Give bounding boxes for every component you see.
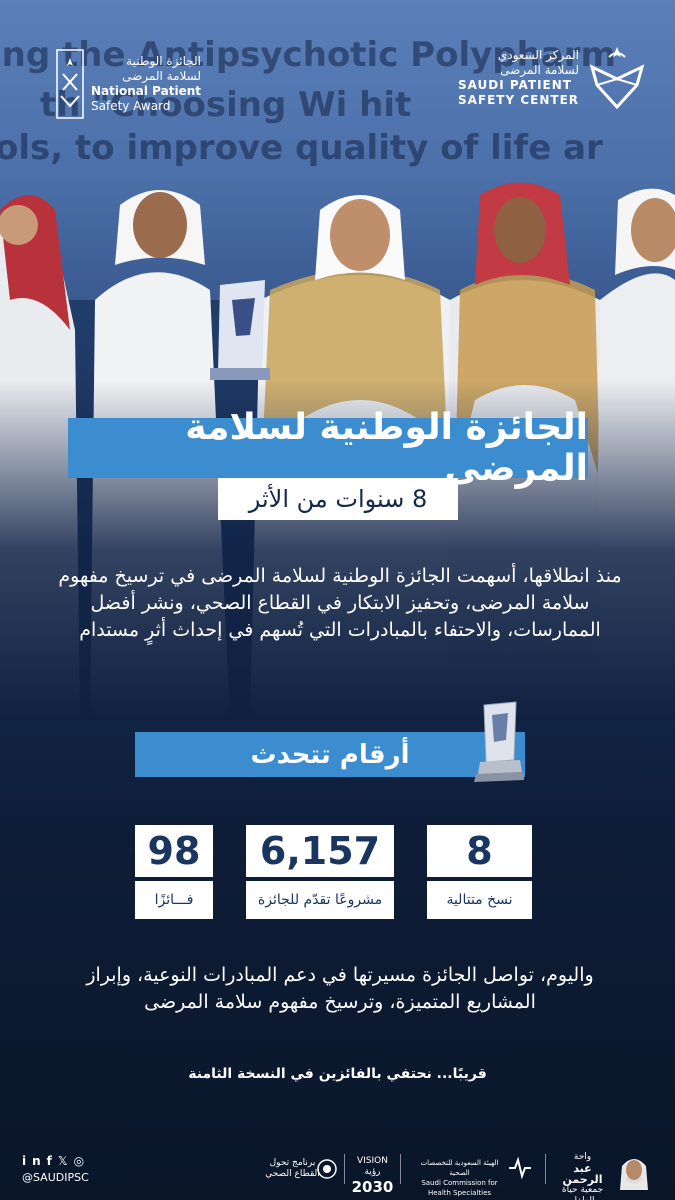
poster: ing the Antipsychotic Polypharm th "Choo… xyxy=(0,0,675,1200)
stat-value: 8 xyxy=(427,825,532,877)
award-english-2: Safety Award xyxy=(91,99,171,113)
stat-editions: 8 نسخ متتالية xyxy=(427,825,532,919)
intro-paragraph: منذ انطلاقها، أسهمت الجائزة الوطنية لسلا… xyxy=(58,565,622,641)
stat-value: 6,157 xyxy=(246,825,394,877)
stat-winners: 98 فـــائزًا xyxy=(135,825,213,919)
footer-divider xyxy=(400,1154,401,1184)
spsc-logo-text: المركز السعودي لسلامة المرضى SAUDI PATIE… xyxy=(458,48,579,108)
award-logo-text: الجائزة الوطنية لسلامة المرضى National P… xyxy=(91,54,201,114)
award-emblem-icon xyxy=(56,49,84,119)
footer: inf𝕏◎ @SAUDIPSC برنامج تحول القطاع الصحي… xyxy=(0,1140,675,1200)
subtitle-banner: 8 سنوات من الأثر xyxy=(218,478,458,520)
spsc-arabic-2: لسلامة المرضى xyxy=(500,63,579,77)
coming-soon-text: قريبًا... نحتفي بالفائزين في النسخة الثا… xyxy=(188,1066,487,1082)
social-icons: inf𝕏◎ xyxy=(22,1154,90,1168)
portrait-icon xyxy=(620,1159,648,1190)
saudi-commission-logo: الهيئة السعودية للتخصصات الصحية Saudi Co… xyxy=(412,1158,507,1198)
stat-label: مشروعًا تقدّم للجائزة xyxy=(246,881,394,919)
abdulrahman-oasis-logo: واحة عبد الرحمن جمعية حياة الطفل xyxy=(555,1152,610,1200)
award-trophy-in-photo xyxy=(210,280,270,380)
numbers-heading-banner: أرقام تتحدث xyxy=(135,732,525,777)
spsc-arabic-1: المركز السعودي xyxy=(497,48,579,62)
facebook-icon[interactable]: f xyxy=(47,1154,58,1168)
oasis-line-3: جمعية حياة الطفل xyxy=(561,1185,604,1200)
award-english-1: National Patient xyxy=(91,84,202,98)
program-emblem-icon xyxy=(317,1159,337,1179)
award-arabic-1: الجائزة الوطنية xyxy=(126,54,202,68)
oasis-line-2: عبد الرحمن xyxy=(562,1162,603,1186)
program-line-2: القطاع الصحي xyxy=(265,1169,320,1179)
social-links: inf𝕏◎ @SAUDIPSC xyxy=(22,1154,90,1184)
linkedin-icon[interactable]: in xyxy=(22,1154,47,1168)
spsc-english-2: SAFETY CENTER xyxy=(457,93,579,107)
commission-line-2: Saudi Commission for Health Specialties xyxy=(421,1179,498,1197)
national-patient-safety-award-logo: الجائزة الوطنية لسلامة المرضى National P… xyxy=(55,48,201,120)
vision-line-2: 2030 xyxy=(351,1178,394,1196)
stat-label: فـــائزًا xyxy=(135,881,213,919)
stat-projects: 6,157 مشروعًا تقدّم للجائزة xyxy=(246,825,394,919)
health-transformation-program-logo: برنامج تحول القطاع الصحي xyxy=(265,1158,320,1180)
page-subtitle: 8 سنوات من الأثر xyxy=(248,485,428,513)
commission-line-1: الهيئة السعودية للتخصصات الصحية xyxy=(420,1159,499,1177)
commission-emblem-icon xyxy=(509,1156,531,1180)
saudi-patient-safety-center-logo: المركز السعودي لسلامة المرضى SAUDI PATIE… xyxy=(458,45,647,111)
page-title: الجائزة الوطنية لسلامة المرضى xyxy=(185,407,588,489)
spsc-english-1: SAUDI PATIENT xyxy=(457,78,572,92)
vision-2030-logo: VISION رؤية 2030 xyxy=(350,1156,395,1196)
footer-divider xyxy=(344,1154,345,1184)
trophy-icon xyxy=(474,701,524,782)
program-line-1: برنامج تحول xyxy=(269,1158,316,1168)
award-arabic-2: لسلامة المرضى xyxy=(122,69,202,83)
footer-divider xyxy=(545,1154,546,1184)
numbers-heading: أرقام تتحدث xyxy=(250,739,410,770)
social-handle[interactable]: @SAUDIPSC xyxy=(22,1171,90,1184)
spsc-emblem-icon xyxy=(589,47,645,110)
instagram-icon[interactable]: ◎ xyxy=(74,1154,90,1168)
stat-value: 98 xyxy=(135,825,213,877)
vision-line-1: VISION رؤية xyxy=(357,1156,388,1177)
stat-label: نسخ متتالية xyxy=(427,881,532,919)
title-banner: الجائزة الوطنية لسلامة المرضى xyxy=(68,407,588,489)
outro-paragraph: واليوم، تواصل الجائزة مسيرتها في دعم الم… xyxy=(86,964,594,1013)
x-icon[interactable]: 𝕏 xyxy=(58,1154,74,1168)
